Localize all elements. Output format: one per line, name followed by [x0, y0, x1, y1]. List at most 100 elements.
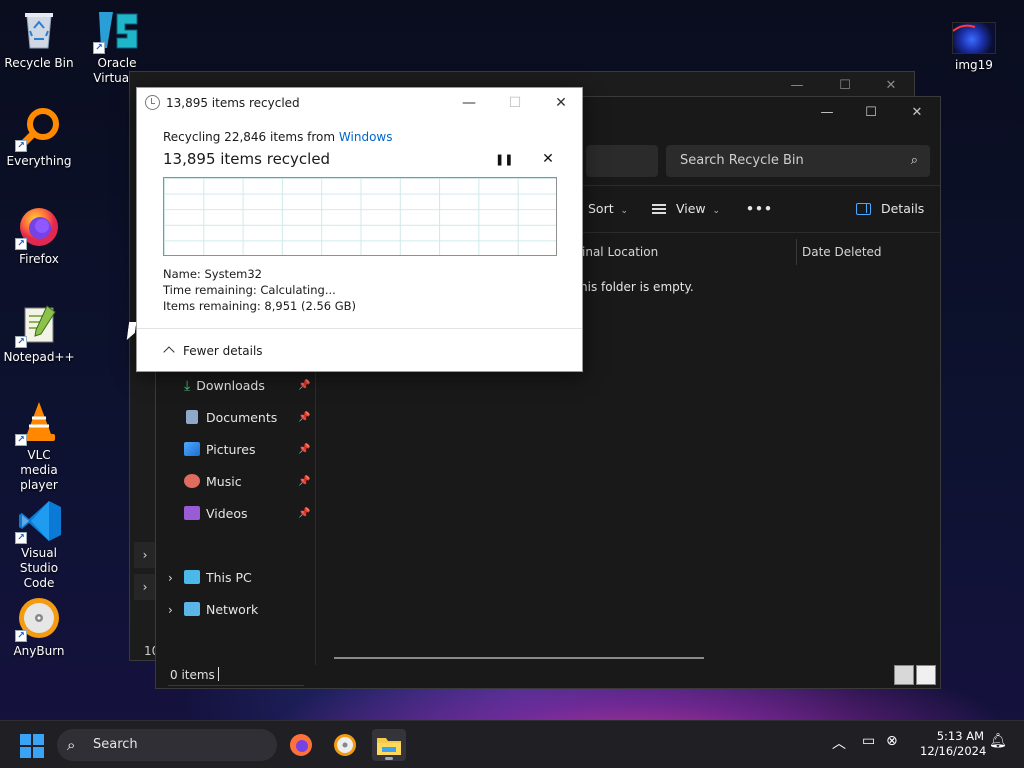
- desktop-icon-img19[interactable]: img19: [935, 22, 1013, 73]
- clock-icon: [145, 95, 160, 110]
- desktop-icon-recycle-bin[interactable]: Recycle Bin: [0, 8, 78, 71]
- details-view-button[interactable]: [894, 665, 914, 685]
- vscode-icon: ↗: [15, 498, 61, 544]
- details-label: Details: [880, 201, 925, 216]
- running-indicator: [385, 757, 393, 760]
- pin-icon[interactable]: 📌: [298, 406, 310, 430]
- taskbar-file-explorer[interactable]: [372, 729, 406, 761]
- progress-graph: [163, 177, 557, 256]
- close-button[interactable]: ✕: [894, 102, 940, 124]
- taskbar-search-label: Search: [93, 737, 138, 752]
- column-header-date-deleted[interactable]: Date Deleted: [802, 239, 882, 265]
- desktop-icon-vscode[interactable]: ↗ Visual Studio Code: [0, 498, 78, 591]
- system-clock[interactable]: 5:13 AM 12/16/2024: [920, 729, 987, 759]
- nav-label: Network: [206, 602, 259, 617]
- taskbar-anyburn[interactable]: [328, 729, 362, 761]
- anyburn-icon: [334, 734, 356, 756]
- cancel-button[interactable]: ✕: [540, 151, 556, 167]
- documents-icon: [186, 410, 198, 424]
- expand-chevron-icon[interactable]: ›: [134, 574, 156, 600]
- column-divider[interactable]: [796, 239, 797, 265]
- pin-icon[interactable]: 📌: [298, 438, 310, 462]
- fewer-details-label: Fewer details: [183, 344, 263, 358]
- close-button[interactable]: ✕: [541, 92, 581, 114]
- fewer-details-button[interactable]: Fewer details: [163, 344, 263, 358]
- image-file-icon: [952, 22, 996, 54]
- recycle-bin-icon: [17, 8, 61, 52]
- start-button[interactable]: [20, 734, 44, 758]
- address-bar[interactable]: [586, 145, 658, 177]
- recycle-progress-dialog[interactable]: 13,895 items recycled — ☐ ✕ Recycling 22…: [136, 87, 583, 372]
- nav-item-videos[interactable]: Videos: [184, 502, 248, 526]
- desktop-icon-firefox[interactable]: ↗ Firefox: [0, 204, 78, 267]
- notepadpp-icon: ↗: [15, 302, 61, 348]
- nav-item-downloads[interactable]: ⤓ Downloads: [184, 374, 265, 398]
- expand-chevron-icon[interactable]: ›: [168, 598, 173, 622]
- show-hidden-icons-chevron-icon[interactable]: ︿: [832, 733, 846, 753]
- minimize-button[interactable]: —: [449, 92, 489, 114]
- desktop-icon-label: AnyBurn: [13, 644, 65, 658]
- clock-date: 12/16/2024: [920, 744, 987, 758]
- clock-time: 5:13 AM: [936, 729, 984, 743]
- search-box[interactable]: Search Recycle Bin ⌕: [666, 145, 930, 177]
- pin-icon[interactable]: 📌: [298, 470, 310, 494]
- pin-icon[interactable]: 📌: [298, 502, 310, 526]
- more-options-button[interactable]: •••: [746, 201, 773, 216]
- nav-label: Videos: [206, 506, 248, 521]
- nav-label: Pictures: [206, 442, 256, 457]
- desktop-icon-vlc[interactable]: ↗ VLC media player: [0, 400, 78, 493]
- taskbar-firefox[interactable]: [284, 729, 318, 761]
- maximize-button[interactable]: ☐: [848, 102, 894, 124]
- desktop-icon-notepadpp[interactable]: ↗ Notepad++: [0, 302, 78, 365]
- details-pane-button[interactable]: Details: [856, 201, 924, 216]
- search-icon: ⌕: [67, 736, 76, 754]
- time-remaining: Time remaining: Calculating...: [163, 283, 336, 297]
- desktop-icon-anyburn[interactable]: ↗ AnyBurn: [0, 596, 78, 659]
- minimize-button[interactable]: —: [804, 102, 850, 124]
- virtualbox-icon: ↗: [93, 8, 139, 54]
- shortcut-arrow-icon: ↗: [15, 140, 27, 152]
- dialog-divider: [137, 328, 582, 329]
- recycling-source-line: Recycling 22,846 items from Windows: [163, 130, 392, 144]
- shortcut-arrow-icon: ↗: [15, 434, 27, 446]
- display-icon[interactable]: ▭: [862, 733, 875, 749]
- view-button[interactable]: View ⌄: [652, 201, 720, 216]
- notification-bell-icon[interactable]: 🔔︎: [989, 733, 1007, 749]
- horizontal-scrollbar[interactable]: [334, 657, 704, 659]
- nav-item-this-pc[interactable]: This PC: [184, 566, 252, 590]
- source-folder-link[interactable]: Windows: [339, 130, 393, 144]
- expand-chevron-icon[interactable]: ›: [134, 542, 156, 568]
- nav-item-documents[interactable]: Documents: [184, 406, 277, 430]
- view-label: View: [675, 201, 706, 216]
- pictures-icon: [184, 442, 200, 456]
- nav-item-pictures[interactable]: Pictures: [184, 438, 256, 462]
- videos-icon: [184, 506, 200, 520]
- chevron-down-icon: ⌄: [709, 206, 721, 216]
- sort-label: Sort: [588, 201, 614, 216]
- pause-button[interactable]: ❚❚: [495, 152, 513, 168]
- computer-icon: [184, 570, 200, 584]
- firefox-icon: [290, 734, 312, 756]
- shortcut-arrow-icon: ↗: [93, 42, 105, 54]
- network-disconnected-icon[interactable]: ⊗: [886, 733, 898, 749]
- desktop-icon-everything[interactable]: ↗ Everything: [0, 106, 78, 169]
- maximize-button[interactable]: ☐: [495, 92, 535, 114]
- desktop-icon-label: VLC media player: [20, 448, 58, 492]
- current-item-name: Name: System32: [163, 267, 262, 281]
- shortcut-arrow-icon: ↗: [15, 238, 27, 250]
- nav-item-music[interactable]: Music: [184, 470, 242, 494]
- pin-icon[interactable]: 📌: [298, 374, 310, 398]
- search-icon: ⌕: [910, 153, 918, 168]
- desktop-icon-label: img19: [955, 58, 993, 72]
- expand-chevron-icon[interactable]: ›: [168, 566, 173, 590]
- column-header-original-location[interactable]: inal Location: [582, 239, 658, 265]
- large-icons-view-button[interactable]: [916, 665, 936, 685]
- download-icon: ⤓: [184, 378, 191, 394]
- taskbar-search[interactable]: ⌕ Search: [57, 729, 277, 761]
- nav-item-network[interactable]: Network: [184, 598, 258, 622]
- desktop-icon-label: Visual Studio Code: [19, 546, 59, 590]
- recycling-text: Recycling 22,846 items from: [163, 130, 339, 144]
- desktop-icon-label: Firefox: [19, 252, 59, 266]
- sort-button[interactable]: Sort ⌄: [588, 201, 628, 216]
- search-input[interactable]: Search Recycle Bin: [680, 153, 804, 168]
